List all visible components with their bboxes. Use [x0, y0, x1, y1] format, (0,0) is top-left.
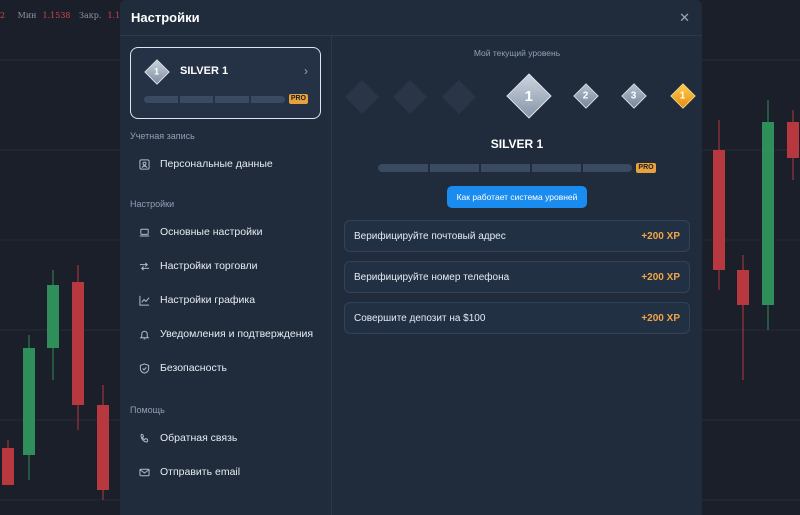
sidebar-item-label: Уведомления и подтверждения [160, 328, 314, 340]
pro-badge: PRO [636, 163, 656, 173]
xp-task-row[interactable]: Верифицируйте почтовый адрес +200 XP [344, 220, 690, 252]
task-xp: +200 XP [641, 271, 680, 283]
user-card-icon [139, 158, 150, 170]
rank-title: SILVER 1 [490, 137, 544, 151]
sidebar-item-label: Безопасность [160, 362, 227, 374]
sidebar-item-label: Обратная связь [160, 432, 238, 444]
task-xp: +200 XP [641, 230, 680, 242]
xp-task-row[interactable]: Верифицируйте номер телефона +200 XP [344, 261, 690, 293]
sidebar-item-mail[interactable]: Отправить email [130, 455, 321, 489]
chevron-right-icon: › [304, 63, 308, 78]
trade-arrows-icon [139, 261, 150, 272]
current-rank-icon: 1 [506, 73, 552, 119]
sidebar-item-bell[interactable]: Уведомления и подтверждения [130, 317, 321, 351]
sidebar-item-label: Настройки графика [160, 294, 256, 306]
chart-icon [139, 295, 150, 306]
candle-body [2, 448, 14, 485]
candle-body [23, 348, 35, 455]
sidebar-item-label: Основные настройки [160, 226, 263, 238]
candle-body [762, 122, 774, 305]
level-name: SILVER 1 [180, 64, 229, 77]
task-label: Совершите депозит на $100 [354, 312, 486, 324]
phone-icon [139, 433, 150, 444]
gold-rank-icon: 1 [670, 83, 696, 109]
task-label: Верифицируйте номер телефона [354, 271, 510, 283]
locked-rank-icon [345, 80, 379, 114]
current-level-header: Мой текущий уровень [473, 48, 561, 58]
task-xp: +200 XP [641, 312, 680, 324]
sidebar-item-trade-arrows[interactable]: Настройки торговли [130, 249, 321, 283]
sidebar-item-phone[interactable]: Обратная связь [130, 421, 321, 455]
candle-body [713, 150, 725, 270]
locked-rank-icon [442, 80, 476, 114]
silver-rank-icon: 1 [144, 59, 170, 85]
level-progress-bar [144, 95, 285, 103]
next-rank-icon: 2 [573, 83, 599, 109]
close-icon[interactable]: ✕ [679, 11, 690, 24]
how-levels-work-button[interactable]: Как работает система уровней [447, 186, 587, 208]
sidebar-item-laptop[interactable]: Основные настройки [130, 215, 321, 249]
candle-body [47, 285, 59, 348]
laptop-icon [139, 227, 150, 238]
settings-modal: Настройки ✕ 1 SILVER 1 › PRO Учетная зап… [120, 0, 702, 515]
candle-body [72, 282, 84, 405]
candle-body [737, 270, 749, 305]
mail-icon [139, 467, 150, 478]
sidebar-item-user-card[interactable]: Персональные данные [130, 147, 321, 181]
task-label: Верифицируйте почтовый адрес [354, 230, 506, 242]
bell-icon [139, 329, 150, 340]
level-panel: Мой текущий уровень 1 2 3 1 SILVER 1 PRO… [332, 36, 702, 515]
candle-body [97, 405, 109, 490]
rank-ladder: 1 2 3 1 [344, 68, 696, 132]
xp-task-row[interactable]: Совершите депозит на $100 +200 XP [344, 302, 690, 334]
section-label: Помощь [130, 405, 165, 415]
modal-title: Настройки [131, 10, 200, 25]
next-rank-icon: 3 [621, 83, 647, 109]
sidebar-item-label: Персональные данные [160, 158, 273, 170]
locked-rank-icon [393, 80, 427, 114]
sidebar-item-chart[interactable]: Настройки графика [130, 283, 321, 317]
rank-progress-bar [378, 164, 633, 172]
pro-badge: PRO [288, 94, 308, 104]
settings-sidebar: 1 SILVER 1 › PRO Учетная запись Персональ… [120, 36, 332, 515]
section-label: Учетная запись [130, 131, 195, 141]
section-label: Настройки [130, 199, 175, 209]
sidebar-item-label: Настройки торговли [160, 260, 258, 272]
sidebar-item-shield[interactable]: Безопасность [130, 351, 321, 385]
shield-icon [139, 362, 150, 374]
level-card[interactable]: 1 SILVER 1 › PRO [130, 47, 321, 119]
sidebar-item-label: Отправить email [160, 466, 241, 478]
modal-header: Настройки ✕ [120, 0, 702, 36]
candle-body [787, 122, 799, 158]
